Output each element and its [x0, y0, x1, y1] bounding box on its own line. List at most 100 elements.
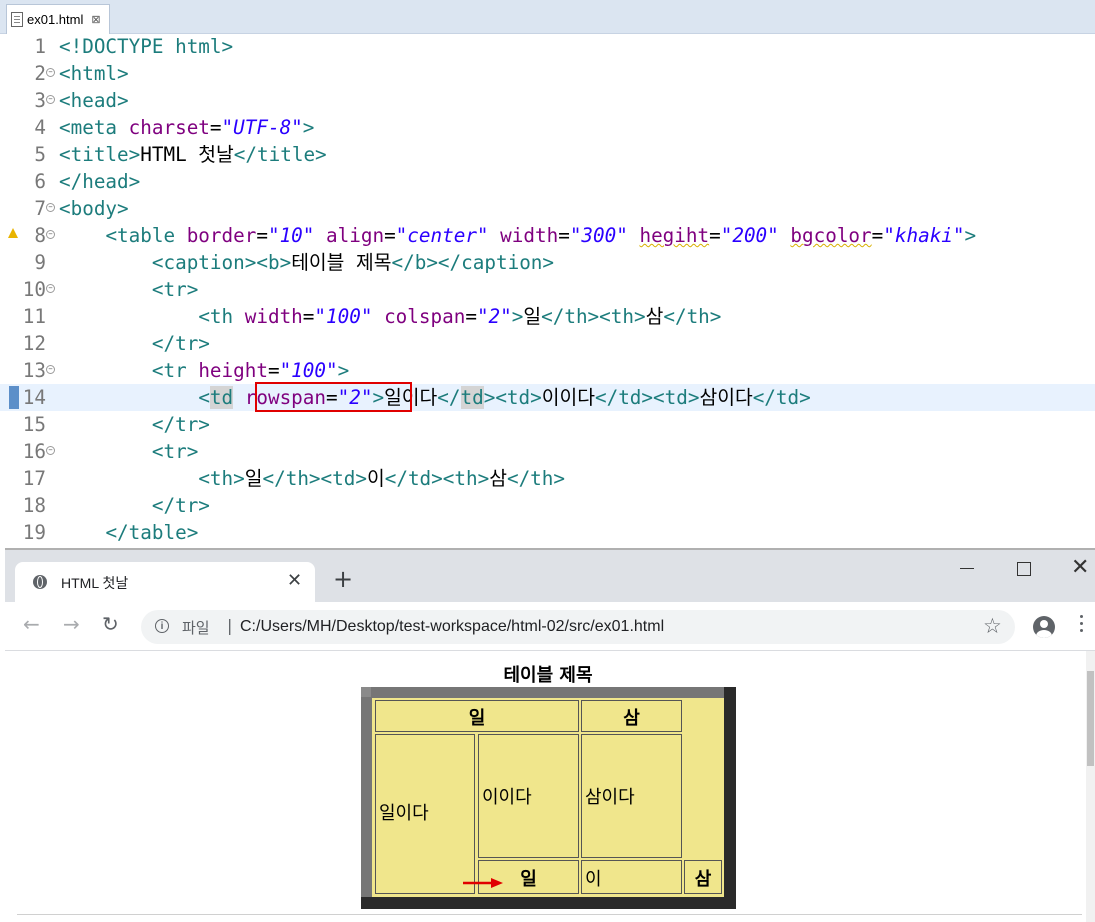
browser-window: HTML 첫날 ✕ + ✕ ← → ↻ i 파일 | C:/Users/MH/D…	[5, 548, 1095, 922]
code-text: <th width="100" colspan="2">일</th><th>삼<…	[198, 305, 722, 328]
line-number: 10	[22, 278, 46, 301]
code-text: <!DOCTYPE html>	[59, 35, 234, 58]
line-number: 1	[34, 35, 46, 58]
code-text: <th>일</th><td>이</td><th>삼</th>	[198, 467, 566, 490]
code-text: <html>	[59, 62, 129, 85]
cell-text: 이	[585, 869, 602, 890]
page-bottom-divider	[17, 914, 1082, 915]
fold-toggle-icon[interactable]: −	[46, 95, 55, 104]
code-text: <head>	[59, 89, 129, 112]
code-line[interactable]: 18 </tr>	[0, 492, 1095, 519]
reload-button[interactable]: ↻	[102, 612, 119, 636]
new-tab-button[interactable]: +	[333, 567, 353, 591]
menu-icon[interactable]	[1080, 615, 1084, 637]
browser-toolbar: ← → ↻ i 파일 | C:/Users/MH/Desktop/test-wo…	[5, 602, 1095, 651]
line-number: 5	[34, 143, 46, 166]
line-number: 13	[22, 359, 46, 382]
cell-text: 삼	[623, 708, 640, 729]
line-number: 8	[34, 224, 46, 247]
code-text: </tr>	[151, 413, 210, 436]
code-line[interactable]: 19 </table>	[0, 519, 1095, 546]
profile-icon[interactable]	[1033, 616, 1055, 638]
header-cell-sam-row3: 삼	[684, 860, 722, 894]
cell-text: 이이다	[482, 787, 532, 808]
code-line[interactable]: 8− <table border="10" align="center" wid…	[0, 222, 1095, 249]
table-border: 일 삼 일이다 이이다 삼이다 일 이 삼	[361, 687, 736, 909]
bookmark-star-icon[interactable]: ☆	[983, 613, 1002, 639]
code-text: </tr>	[151, 494, 210, 517]
code-line[interactable]: 11 <th width="100" colspan="2">일</th><th…	[0, 303, 1095, 330]
vertical-scrollbar[interactable]	[1086, 651, 1095, 922]
cell-text: 삼	[694, 869, 712, 890]
data-cell-iida: 이이다	[478, 734, 579, 858]
line-number: 2	[34, 62, 46, 85]
maximize-icon[interactable]	[1017, 562, 1031, 576]
editor-file-tab[interactable]: ex01.html ⊠	[6, 4, 110, 34]
line-number: 14	[22, 386, 46, 409]
line-number: 16	[22, 440, 46, 463]
fold-toggle-icon[interactable]: −	[46, 365, 55, 374]
code-line[interactable]: 15 </tr>	[0, 411, 1095, 438]
annotation-highlight-box	[255, 382, 412, 412]
table-body: 일 삼 일이다 이이다 삼이다 일 이 삼	[372, 698, 724, 897]
code-line[interactable]: 17 <th>일</th><td>이</td><th>삼</th>	[0, 465, 1095, 492]
url-text[interactable]: C:/Users/MH/Desktop/test-workspace/html-…	[240, 618, 664, 636]
code-line[interactable]: 13− <tr height="100">	[0, 357, 1095, 384]
code-text: <meta charset="UTF-8">	[59, 116, 315, 139]
scrollbar-thumb[interactable]	[1087, 671, 1094, 766]
line-number: 12	[22, 332, 46, 355]
line-number: 18	[22, 494, 46, 517]
code-line[interactable]: 5 <title>HTML 첫날</title>	[0, 141, 1095, 168]
line-number: 17	[22, 467, 46, 490]
close-icon[interactable]: ⊠	[91, 13, 100, 26]
back-button[interactable]: ←	[23, 612, 40, 636]
line-number: 15	[22, 413, 46, 436]
table-border-shadow-bottom	[361, 897, 736, 909]
code-line[interactable]: 3− <head>	[0, 87, 1095, 114]
editor-tab-bar: ex01.html ⊠	[0, 0, 1095, 34]
fold-toggle-icon[interactable]: −	[46, 203, 55, 212]
browser-tab[interactable]: HTML 첫날 ✕	[15, 562, 315, 602]
code-line[interactable]: 4 <meta charset="UTF-8">	[0, 114, 1095, 141]
info-icon[interactable]: i	[155, 619, 169, 633]
code-line[interactable]: 16− <tr>	[0, 438, 1095, 465]
code-line[interactable]: 6 </head>	[0, 168, 1095, 195]
code-text: <td rowspan="2">일이다</td><td>이이다</td><td>…	[198, 386, 811, 409]
forward-button[interactable]: →	[63, 612, 80, 636]
code-editor: ex01.html ⊠ 1 <!DOCTYPE html> 2− <html> 3− <h…	[0, 0, 1095, 548]
code-text: <caption><b>테이블 제목</b></caption>	[151, 251, 555, 274]
window-close-icon[interactable]: ✕	[1071, 557, 1089, 579]
tab-close-icon[interactable]: ✕	[287, 570, 302, 591]
browser-title-bar: HTML 첫날 ✕ + ✕	[5, 550, 1095, 602]
line-number: 3	[34, 89, 46, 112]
fold-toggle-icon[interactable]: −	[46, 284, 55, 293]
code-line[interactable]: 14 <td rowspan="2">일이다</td><td>이이다</td><…	[0, 384, 1095, 411]
code-line[interactable]: 1 <!DOCTYPE html>	[0, 33, 1095, 60]
code-text: <tr>	[151, 440, 199, 463]
address-bar[interactable]: i 파일 | C:/Users/MH/Desktop/test-workspac…	[141, 610, 1015, 644]
code-area[interactable]: 1 <!DOCTYPE html> 2− <html> 3− <head> 4 <meta c…	[0, 33, 1095, 548]
fold-toggle-icon[interactable]: −	[46, 68, 55, 77]
fold-toggle-icon[interactable]: −	[46, 230, 55, 239]
cell-text: 일이다	[379, 803, 429, 824]
table-border-shadow-right	[724, 687, 736, 909]
globe-icon	[33, 575, 47, 589]
line-number: 7	[34, 197, 46, 220]
line-number: 4	[34, 116, 46, 139]
url-separator: |	[227, 616, 233, 635]
data-cell-samida: 삼이다	[581, 734, 682, 858]
code-line[interactable]: 2− <html>	[0, 60, 1095, 87]
fold-toggle-icon[interactable]: −	[46, 446, 55, 455]
editor-file-tab-label: ex01.html	[27, 12, 84, 27]
line-number: 11	[22, 305, 46, 328]
code-line[interactable]: 7− <body>	[0, 195, 1095, 222]
code-line[interactable]: 10− <tr>	[0, 276, 1095, 303]
code-text: <body>	[59, 197, 129, 220]
url-scheme-label: 파일	[182, 619, 210, 637]
rowspan-cell: 일이다	[375, 734, 475, 894]
code-line[interactable]: 9 <caption><b>테이블 제목</b></caption>	[0, 249, 1095, 276]
data-cell-i: 이	[581, 860, 682, 894]
minimize-icon[interactable]	[960, 568, 974, 569]
code-line[interactable]: 12 </tr>	[0, 330, 1095, 357]
header-cell-il: 일	[375, 700, 579, 732]
